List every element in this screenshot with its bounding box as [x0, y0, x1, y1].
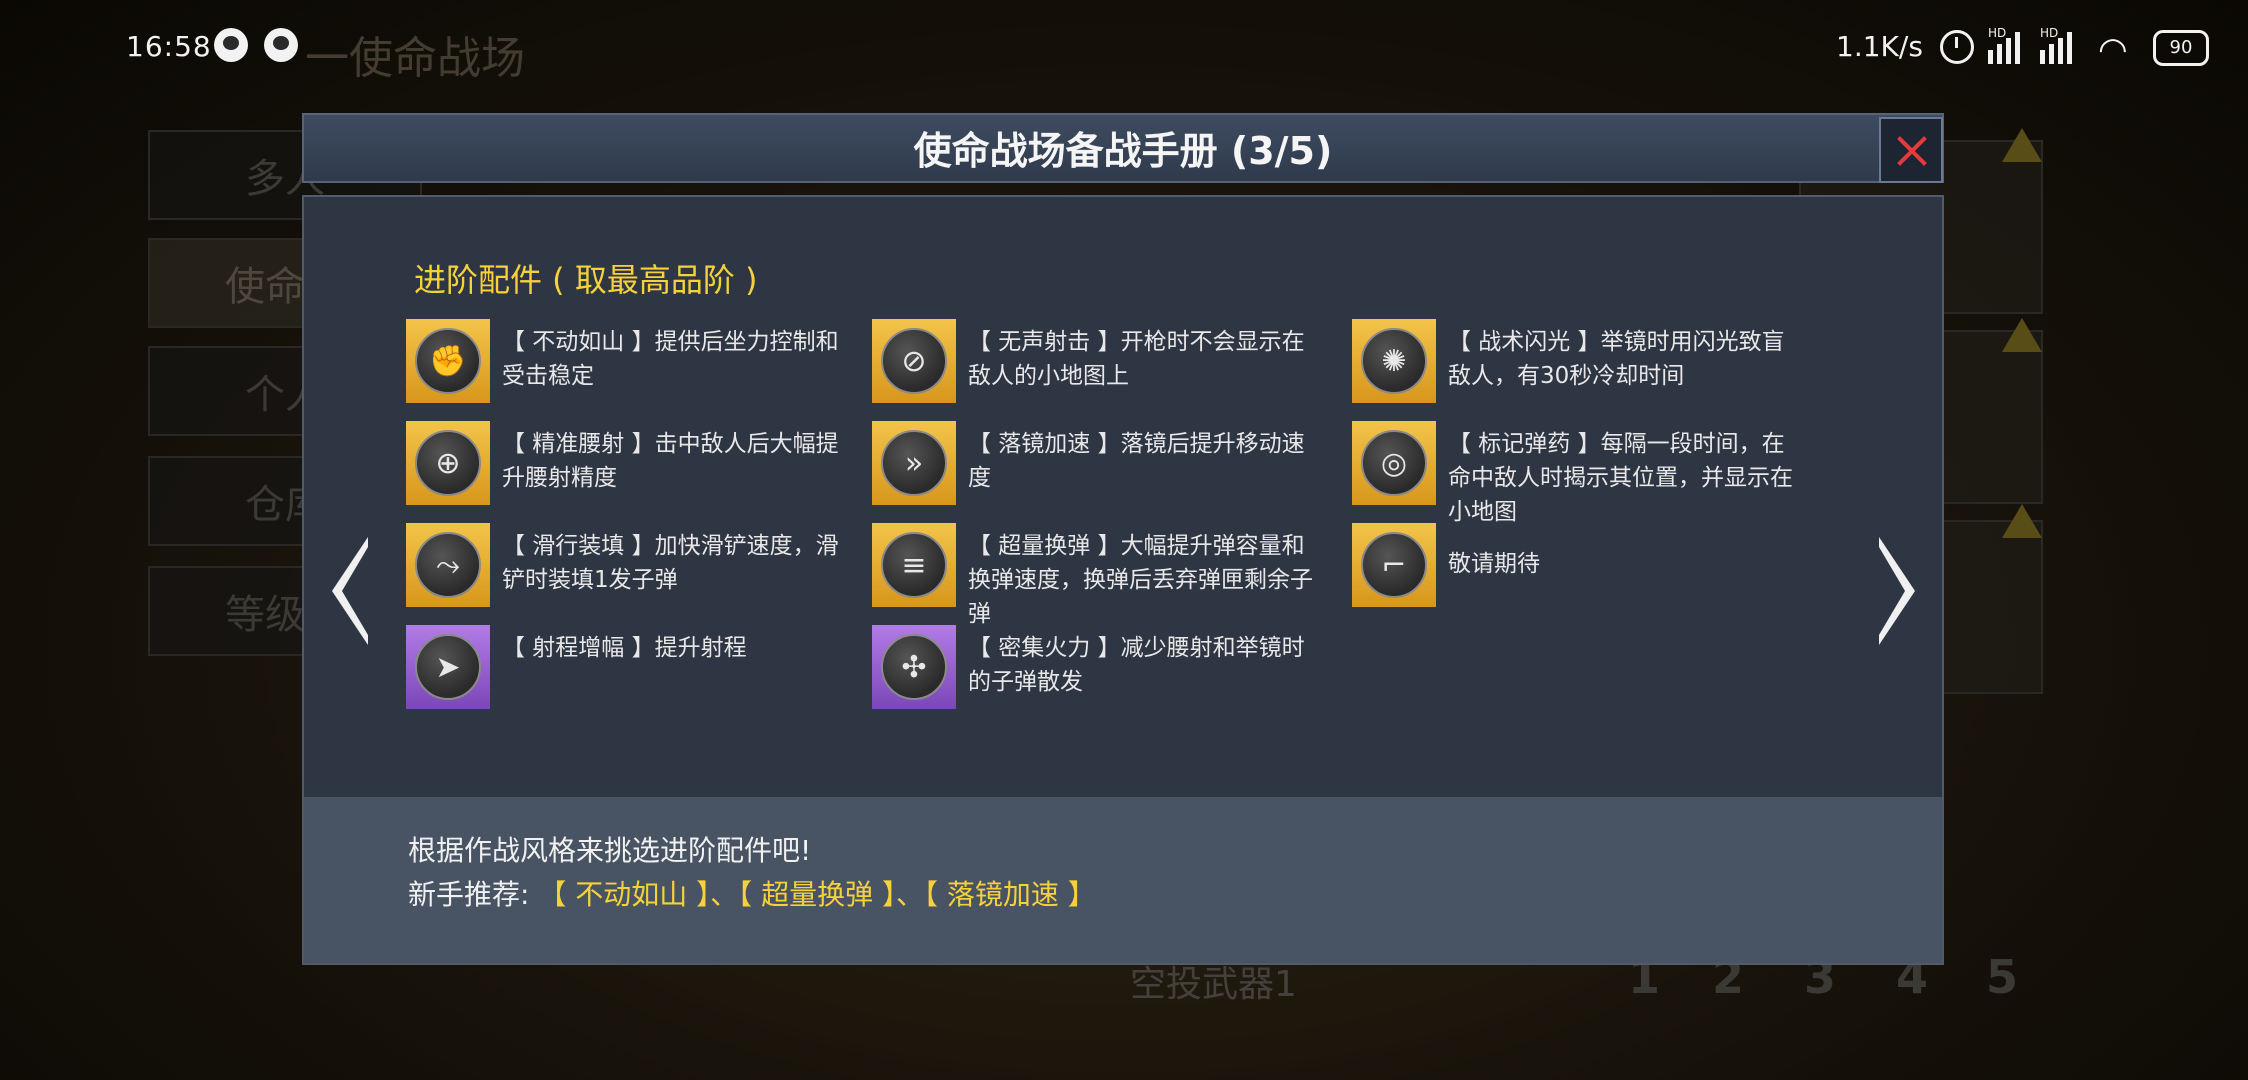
prev-page-arrow-icon[interactable]	[332, 537, 368, 645]
gold-tier-badge: ⤳	[406, 523, 490, 607]
arm-shield-icon: ✊	[415, 328, 481, 394]
footer-recommend-line: 新手推荐: 【 不动如山 】、【 超量换弹 】、【 落镜加速 】	[408, 873, 1096, 913]
recommend-item-3: 【 落镜加速 】	[924, 878, 1096, 911]
silencer-icon: ⊘	[881, 328, 947, 394]
gold-tier-badge: ✊	[406, 319, 490, 403]
attachment-description: 【 不动如山 】提供后坐力控制和受击稳定	[502, 329, 839, 389]
gold-tier-badge: ⊘	[872, 319, 956, 403]
magazine-icon: ≡	[881, 532, 947, 598]
recommend-separator: 、	[895, 878, 924, 911]
section-title: 进阶配件 ( 取最高品阶 )	[414, 261, 758, 299]
attachment-item[interactable]: ✣ 【 密集火力 】减少腰射和举镜时的子弹散发	[872, 625, 1312, 709]
attachment-item[interactable]: ✊ 【 不动如山 】提供后坐力控制和受击稳定	[406, 319, 846, 403]
cell-signal-icon: HD	[1988, 26, 2028, 64]
signal-hd-label: HD	[1988, 26, 2007, 40]
attachment-description: 【 密集火力 】减少腰射和举镜时的子弹散发	[968, 635, 1305, 695]
attachment-description: 【 战术闪光 】举镜时用闪光致盲敌人，有30秒冷却时间	[1448, 329, 1785, 389]
dialog-body: 进阶配件 ( 取最高品阶 ) ✊ 【 不动如山 】提供后坐力控制和受击稳定 ⊕ …	[302, 195, 1944, 965]
gold-tier-badge: ≡	[872, 523, 956, 607]
attachment-description: 【 超量换弹 】大幅提升弹容量和换弹速度，换弹后丢弃弹匣剩余子弹	[968, 533, 1313, 627]
cell-signal-icon: HD	[2040, 26, 2080, 64]
converge-icon: ✣	[881, 634, 947, 700]
gold-tier-badge: »	[872, 421, 956, 505]
dialog-header: 使命战场备战手册 (3/5)	[302, 113, 1944, 183]
bullet-icon: ➤	[415, 634, 481, 700]
gold-tier-badge: ⊕	[406, 421, 490, 505]
recommend-prefix: 新手推荐:	[408, 878, 530, 911]
purple-tier-badge: ✣	[872, 625, 956, 709]
gold-tier-badge: ⌐	[1352, 523, 1436, 607]
next-page-arrow-icon[interactable]	[1879, 537, 1915, 645]
wifi-icon: ◠	[2098, 30, 2128, 70]
slide-icon: ⤳	[415, 532, 481, 598]
footer-hint: 根据作战风格来挑选进阶配件吧!	[408, 834, 812, 867]
status-time: 16:58	[126, 30, 212, 63]
recommend-separator: 、	[710, 878, 739, 911]
attachment-description: 【 落镜加速 】落镜后提升移动速度	[968, 431, 1305, 491]
gold-tier-badge: ✺	[1352, 319, 1436, 403]
attachment-item[interactable]: ✺ 【 战术闪光 】举镜时用闪光致盲敌人，有30秒冷却时间	[1352, 319, 1792, 403]
attachment-item[interactable]: ⌐ 敬请期待	[1352, 523, 1792, 607]
signal-hd-label: HD	[2040, 26, 2059, 40]
attachment-item[interactable]: ◎ 【 标记弹药 】每隔一段时间，在命中敌人时揭示其位置，并显示在小地图	[1352, 421, 1793, 525]
recommend-footer: 根据作战风格来挑选进阶配件吧! 新手推荐: 【 不动如山 】、【 超量换弹 】、…	[304, 797, 1942, 963]
qq-notification-icon	[214, 28, 248, 62]
attachment-item[interactable]: ⤳ 【 滑行装填 】加快滑铲速度，滑铲时装填1发子弹	[406, 523, 846, 607]
attachment-description: 【 滑行装填 】加快滑铲速度，滑铲时装填1发子弹	[502, 533, 839, 593]
network-speed: 1.1K/s	[1836, 30, 1923, 63]
close-button[interactable]	[1879, 117, 1943, 183]
recommend-item-2: 【 超量换弹 】	[738, 878, 896, 911]
battery-indicator: 90	[2153, 30, 2209, 66]
attachment-description: 敬请期待	[1448, 551, 1540, 577]
attachment-description: 【 无声射击 】开枪时不会显示在敌人的小地图上	[968, 329, 1305, 389]
attachment-item[interactable]: ⊘ 【 无声射击 】开枪时不会显示在敌人的小地图上	[872, 319, 1312, 403]
crosshair-icon: ⊕	[415, 430, 481, 496]
attachment-item[interactable]: ➤ 【 射程增幅 】提升射程	[406, 625, 846, 709]
status-bar: 16:58 1.1K/s HD HD ◠ 90	[0, 0, 2248, 96]
flash-icon: ✺	[1361, 328, 1427, 394]
qq-notification-icon	[264, 28, 298, 62]
purple-tier-badge: ➤	[406, 625, 490, 709]
prep-handbook-dialog: 使命战场备战手册 (3/5) 进阶配件 ( 取最高品阶 ) ✊ 【 不动如山 】…	[302, 113, 1944, 965]
sprint-icon: »	[881, 430, 947, 496]
recommend-item-1: 【 不动如山 】	[538, 878, 711, 911]
attachment-description: 【 射程增幅 】提升射程	[502, 635, 747, 661]
radar-icon: ◎	[1361, 430, 1427, 496]
alarm-clock-icon	[1940, 30, 1974, 64]
attachment-description: 【 标记弹药 】每隔一段时间，在命中敌人时揭示其位置，并显示在小地图	[1448, 431, 1793, 525]
attachment-item[interactable]: ⊕ 【 精准腰射 】击中敌人后大幅提升腰射精度	[406, 421, 846, 505]
gun-icon: ⌐	[1361, 532, 1427, 598]
attachment-description: 【 精准腰射 】击中敌人后大幅提升腰射精度	[502, 431, 839, 491]
attachment-item[interactable]: ≡ 【 超量换弹 】大幅提升弹容量和换弹速度，换弹后丢弃弹匣剩余子弹	[872, 523, 1313, 627]
attachment-item[interactable]: » 【 落镜加速 】落镜后提升移动速度	[872, 421, 1312, 505]
gold-tier-badge: ◎	[1352, 421, 1436, 505]
dialog-title: 使命战场备战手册 (3/5)	[913, 129, 1333, 173]
